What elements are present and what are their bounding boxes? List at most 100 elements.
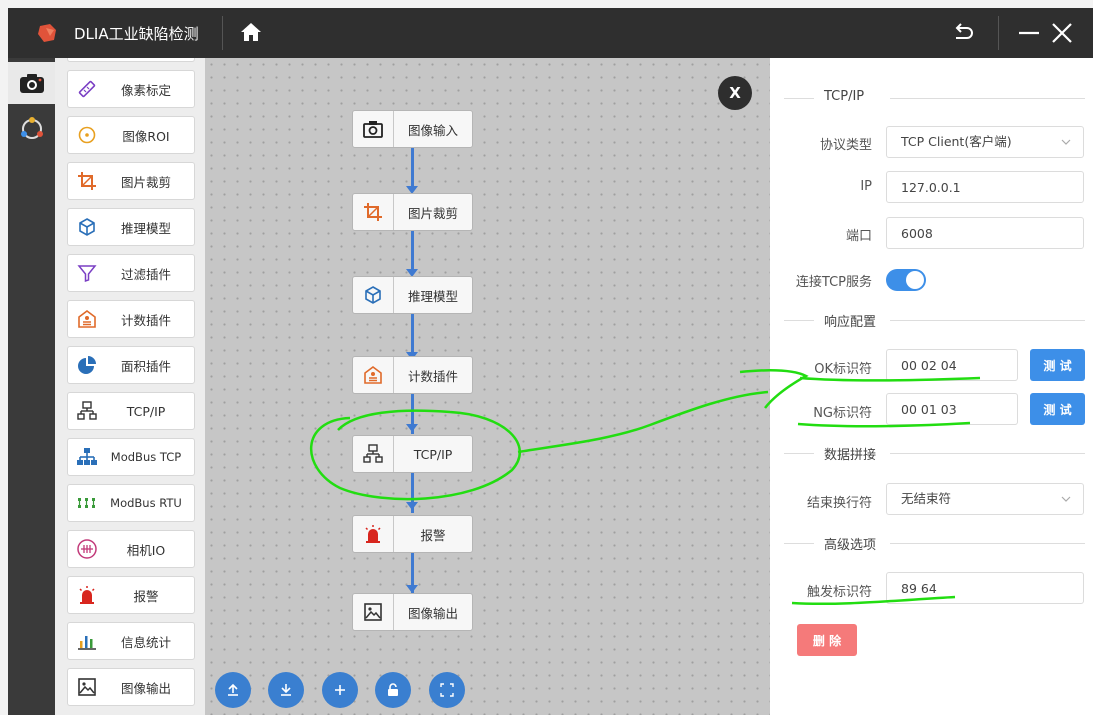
plugin-label: 面积插件 xyxy=(120,358,171,374)
protocol-select[interactable]: TCP Client(客户端) xyxy=(886,126,1084,158)
section-title: 高级选项 xyxy=(824,538,877,553)
workflow-mode-tab[interactable] xyxy=(8,108,55,150)
flow-node-label: 图片裁剪 xyxy=(407,205,458,221)
plugin-label: TCP/IP xyxy=(126,403,166,419)
trigger-identifier-input[interactable] xyxy=(886,572,1084,604)
hierarchy-icon xyxy=(77,448,97,465)
plugin-area[interactable]: 面积插件 xyxy=(67,346,195,384)
add-button[interactable] xyxy=(322,672,358,708)
port-label: 端口 xyxy=(845,229,872,244)
plugin-label: ModBus TCP xyxy=(110,450,182,464)
chevron-down-icon xyxy=(1061,139,1071,145)
flow-node-counter[interactable]: 计数插件 xyxy=(352,356,473,394)
fullscreen-button[interactable] xyxy=(429,672,465,708)
download-button[interactable] xyxy=(268,672,304,708)
camera-mode-tab[interactable] xyxy=(8,62,55,104)
section-response: 响应配置 xyxy=(770,310,1085,330)
app-logo-icon xyxy=(38,24,56,42)
endline-select[interactable]: 无结束符 xyxy=(886,483,1084,515)
plugin-counter[interactable]: 计数插件 xyxy=(67,300,195,338)
plugin-label: 图像ROI xyxy=(122,128,170,144)
home-icon[interactable] xyxy=(240,21,262,43)
flow-node-label: TCP/IP xyxy=(413,446,453,462)
filter-icon xyxy=(77,265,97,283)
ng-identifier-input[interactable] xyxy=(886,393,1018,425)
endline-label: 结束换行符 xyxy=(806,496,872,511)
flow-node-label: 图像输出 xyxy=(407,605,458,621)
plugin-image-crop[interactable]: 图片裁剪 xyxy=(67,162,195,200)
flow-connector xyxy=(411,148,414,188)
plugin-pixel-calibration[interactable]: 像素标定 xyxy=(67,70,195,108)
flow-node-image-crop[interactable]: 图片裁剪 xyxy=(352,193,473,231)
lock-button[interactable] xyxy=(375,672,411,708)
flow-connector xyxy=(411,231,414,271)
ip-label: IP xyxy=(860,179,872,194)
canvas-close-button[interactable]: X xyxy=(718,76,752,110)
plugin-label: 信息统计 xyxy=(120,634,171,650)
minimize-icon[interactable] xyxy=(1016,21,1042,43)
upload-button[interactable] xyxy=(215,672,251,708)
ok-identifier-input[interactable] xyxy=(886,349,1018,381)
plus-icon xyxy=(335,685,345,695)
plugin-modbus-rtu[interactable]: ModBus RTU xyxy=(67,484,195,522)
crop-icon xyxy=(364,203,382,221)
roi-target-icon xyxy=(78,126,96,144)
flow-node-image-output[interactable]: 图像输出 xyxy=(352,593,473,631)
section-title: TCP/IP xyxy=(824,89,865,104)
counter-house-icon xyxy=(364,366,382,384)
plugin-label: 推理模型 xyxy=(120,220,171,236)
plugin-camera-io[interactable]: 相机IO xyxy=(67,530,195,568)
ip-input[interactable] xyxy=(886,171,1084,203)
plugin-list: 像素标定 图像ROI 图片裁剪 推理模型 过滤插件 计数插件 面积插件 TCP/… xyxy=(55,58,205,715)
section-advanced: 高级选项 xyxy=(770,533,1085,553)
plugin-filter[interactable]: 过滤插件 xyxy=(67,254,195,292)
ok-test-button[interactable]: 测 试 xyxy=(1030,349,1085,381)
plugin-item-scrolled xyxy=(67,58,195,62)
plugin-label: 图片裁剪 xyxy=(120,174,171,190)
plugin-label: 报警 xyxy=(133,588,159,604)
plugin-inference-model[interactable]: 推理模型 xyxy=(67,208,195,246)
flow-node-image-input[interactable]: 图像输入 xyxy=(352,110,473,148)
connect-tcp-label: 连接TCP服务 xyxy=(795,275,872,290)
section-tcp-ip: TCP/IP xyxy=(770,88,1085,108)
plugin-modbus-tcp[interactable]: ModBus TCP xyxy=(67,438,195,476)
window-controls-divider xyxy=(998,16,999,50)
camera-icon xyxy=(363,121,383,138)
download-icon xyxy=(281,684,291,696)
crop-icon xyxy=(78,172,96,190)
flow-node-alarm[interactable]: 报警 xyxy=(352,515,473,553)
network-icon xyxy=(77,401,97,420)
plugin-tcp-ip[interactable]: TCP/IP xyxy=(67,392,195,430)
bar-chart-icon xyxy=(78,636,96,650)
ruler-icon xyxy=(78,80,96,98)
delete-button[interactable]: 删 除 xyxy=(797,624,857,656)
plugin-image-output[interactable]: 图像输出 xyxy=(67,668,195,706)
image-icon xyxy=(78,678,96,696)
plugin-label: 过滤插件 xyxy=(120,266,171,282)
alarm-icon xyxy=(79,586,95,604)
flow-canvas[interactable]: 图像输入 图片裁剪 推理模型 计数插件 TCP/IP 报警 图像输出 X xyxy=(205,58,770,715)
title-divider xyxy=(222,16,223,50)
toggle-knob xyxy=(906,271,924,289)
cube-icon xyxy=(79,218,95,236)
protocol-label: 协议类型 xyxy=(819,138,872,153)
endline-value: 无结束符 xyxy=(901,491,952,506)
plugin-statistics[interactable]: 信息统计 xyxy=(67,622,195,660)
protocol-value: TCP Client(客户端) xyxy=(901,134,1012,149)
ng-test-button[interactable]: 测 试 xyxy=(1030,393,1085,425)
close-window-icon[interactable] xyxy=(1050,21,1074,45)
pie-chart-icon xyxy=(78,356,96,374)
title-bar: DLIA工业缺陷检测 xyxy=(8,8,1093,58)
flow-arrow xyxy=(406,502,418,510)
plugin-label: 计数插件 xyxy=(120,312,171,328)
plugin-alarm[interactable]: 报警 xyxy=(67,576,195,614)
port-input[interactable] xyxy=(886,217,1084,249)
flow-node-tcp-ip[interactable]: TCP/IP xyxy=(352,435,473,473)
flow-node-inference-model[interactable]: 推理模型 xyxy=(352,276,473,314)
flow-node-label: 报警 xyxy=(420,527,446,543)
upload-icon xyxy=(228,683,238,696)
section-title: 数据拼接 xyxy=(824,448,877,463)
connect-tcp-toggle[interactable] xyxy=(886,269,926,291)
undo-icon[interactable] xyxy=(952,21,974,43)
plugin-image-roi[interactable]: 图像ROI xyxy=(67,116,195,154)
